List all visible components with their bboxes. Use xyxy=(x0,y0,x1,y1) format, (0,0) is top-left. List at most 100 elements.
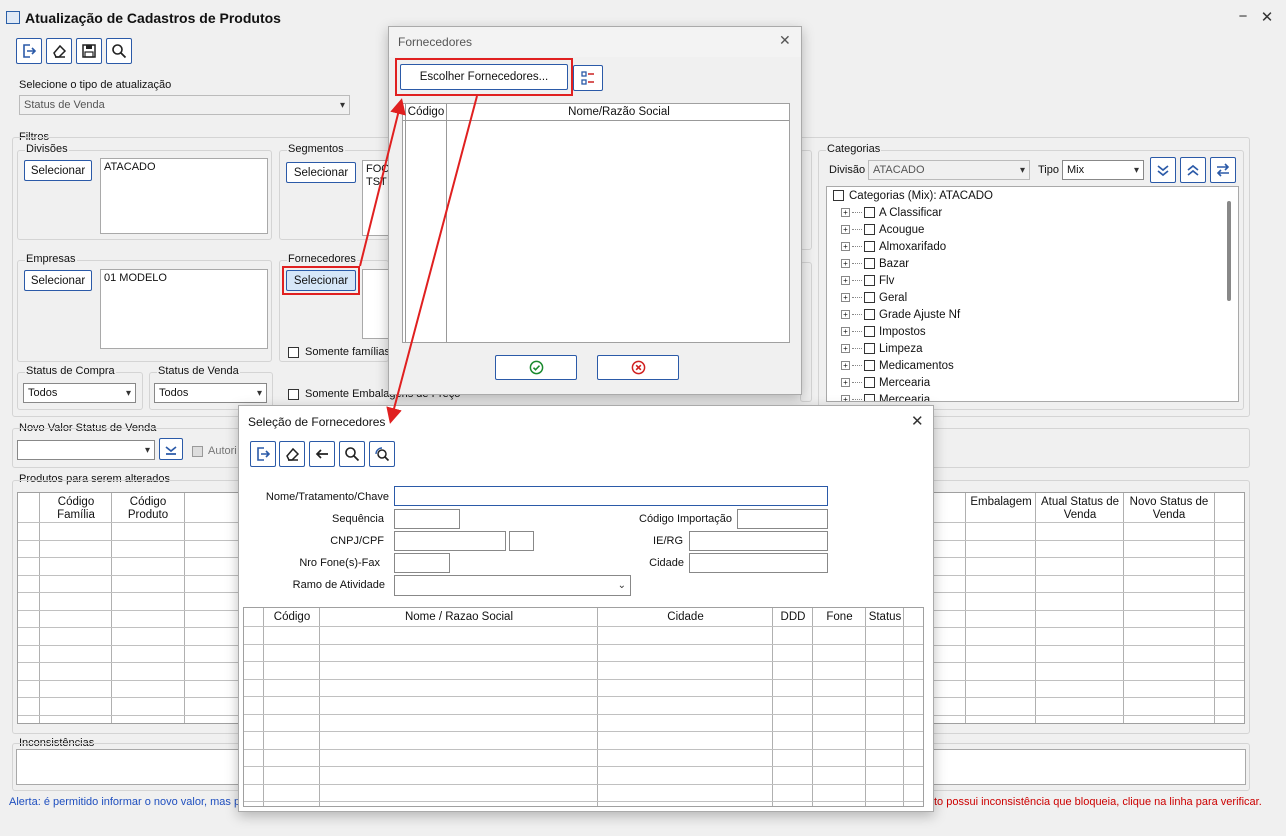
exit-button[interactable] xyxy=(16,38,42,64)
fone-input[interactable] xyxy=(394,553,450,573)
autori-row[interactable]: Autori xyxy=(192,445,237,457)
tree-item-checkbox[interactable] xyxy=(864,258,875,269)
tipo-cat-select[interactable]: Mix ▾ xyxy=(1062,160,1144,180)
divisoes-list[interactable]: ATACADO xyxy=(100,158,268,234)
tree-item-checkbox[interactable] xyxy=(864,207,875,218)
expand-icon[interactable]: + xyxy=(841,208,850,217)
grid-header[interactable]: Cidade xyxy=(598,611,773,624)
grid-header[interactable]: Código Família xyxy=(40,496,112,522)
expand-icon[interactable]: + xyxy=(841,327,850,336)
status-compra-select[interactable]: Todos ▾ xyxy=(23,383,136,403)
autori-checkbox[interactable] xyxy=(192,445,203,457)
tree-item-checkbox[interactable] xyxy=(864,275,875,286)
tipo-select[interactable]: Status de Venda ▾ xyxy=(19,95,350,115)
list-options-button[interactable] xyxy=(573,65,603,91)
clear-button[interactable] xyxy=(279,441,305,467)
list-item[interactable]: FOO xyxy=(366,163,389,176)
codigo-importacao-input[interactable] xyxy=(737,509,828,529)
expand-icon[interactable]: + xyxy=(841,378,850,387)
ramo-select[interactable]: ⌄ xyxy=(394,575,631,596)
back-button[interactable] xyxy=(309,441,335,467)
tree-item-checkbox[interactable] xyxy=(864,292,875,303)
expand-all-button[interactable] xyxy=(1150,157,1176,183)
cidade-input[interactable] xyxy=(689,553,828,573)
tree-scrollbar[interactable] xyxy=(1227,201,1231,301)
swap-button[interactable] xyxy=(1210,157,1236,183)
grid-header[interactable]: DDD xyxy=(773,611,813,624)
selecao-grid[interactable]: Código Nome / Razao Social Cidade DDD Fo… xyxy=(243,607,924,807)
list-item[interactable]: ATACADO xyxy=(104,161,264,174)
clear-button[interactable] xyxy=(46,38,72,64)
tree-item[interactable]: + Almoxarifado xyxy=(827,238,1238,255)
search-button[interactable] xyxy=(106,38,132,64)
expand-icon[interactable]: + xyxy=(841,276,850,285)
nome-input[interactable] xyxy=(394,486,828,506)
tree-root[interactable]: Categorias (Mix): ATACADO xyxy=(827,187,1238,204)
tree-root-checkbox[interactable] xyxy=(833,190,844,201)
tree-item-checkbox[interactable] xyxy=(864,360,875,371)
close-icon[interactable]: ✕ xyxy=(1258,8,1276,26)
tree-item-checkbox[interactable] xyxy=(864,326,875,337)
categorias-tree[interactable]: Categorias (Mix): ATACADO + A Classificar… xyxy=(826,186,1239,402)
tree-item[interactable]: + A Classificar xyxy=(827,204,1238,221)
tree-item[interactable]: + Flv xyxy=(827,272,1238,289)
somente-familias-checkbox[interactable] xyxy=(288,346,299,358)
expand-icon[interactable]: + xyxy=(841,259,850,268)
tree-item[interactable]: + Mercearia xyxy=(827,391,1238,401)
tree-item-checkbox[interactable] xyxy=(864,377,875,388)
tree-item[interactable]: + Limpeza xyxy=(827,340,1238,357)
segmentos-selecionar-button[interactable]: Selecionar xyxy=(286,162,356,183)
empresas-selecionar-button[interactable]: Selecionar xyxy=(24,270,92,291)
confirm-button[interactable] xyxy=(495,355,577,380)
tree-item[interactable]: + Medicamentos xyxy=(827,357,1238,374)
grid-header[interactable]: Fone xyxy=(813,611,866,624)
tree-item[interactable]: + Grade Ajuste Nf xyxy=(827,306,1238,323)
escolher-fornecedores-button[interactable]: Escolher Fornecedores... xyxy=(400,64,568,90)
expand-icon[interactable]: + xyxy=(841,310,850,319)
tree-item[interactable]: + Bazar xyxy=(827,255,1238,272)
grid-header[interactable]: Embalagem xyxy=(966,496,1036,509)
fornecedores-list[interactable] xyxy=(362,269,390,339)
tree-item-checkbox[interactable] xyxy=(864,343,875,354)
somente-embalagens-checkbox[interactable] xyxy=(288,388,299,400)
grid-header[interactable]: Nome/Razão Social xyxy=(447,106,789,119)
cnpj-digit-input[interactable] xyxy=(509,531,534,551)
expand-icon[interactable]: + xyxy=(841,361,850,370)
novo-valor-select[interactable]: ▾ xyxy=(17,440,155,460)
collapse-all-button[interactable] xyxy=(1180,157,1206,183)
tree-item-checkbox[interactable] xyxy=(864,309,875,320)
segmentos-list[interactable]: FOO TST xyxy=(362,160,390,236)
expand-icon[interactable]: + xyxy=(841,344,850,353)
minimize-icon[interactable]: − xyxy=(1234,8,1252,25)
grid-header[interactable]: Status xyxy=(866,611,904,624)
tree-item-checkbox[interactable] xyxy=(864,394,875,401)
close-icon[interactable]: ✕ xyxy=(779,32,791,49)
list-item[interactable]: TST xyxy=(366,176,387,189)
grid-header[interactable]: Atual Status de Venda xyxy=(1036,496,1124,522)
save-button[interactable] xyxy=(76,38,102,64)
expand-icon[interactable]: + xyxy=(841,242,850,251)
expand-icon[interactable]: + xyxy=(841,293,850,302)
tree-item[interactable]: + Mercearia xyxy=(827,374,1238,391)
divisoes-selecionar-button[interactable]: Selecionar xyxy=(24,160,92,181)
ie-rg-input[interactable] xyxy=(689,531,828,551)
cnpj-input[interactable] xyxy=(394,531,506,551)
grid-header[interactable]: Novo Status de Venda xyxy=(1124,496,1214,522)
tree-item-checkbox[interactable] xyxy=(864,241,875,252)
grid-header[interactable]: Código Produto xyxy=(112,496,184,522)
tree-item-checkbox[interactable] xyxy=(864,224,875,235)
close-icon[interactable]: ✕ xyxy=(911,412,924,430)
search-button[interactable] xyxy=(339,441,365,467)
tree-item[interactable]: + Geral xyxy=(827,289,1238,306)
grid-header[interactable]: Código xyxy=(407,106,445,119)
tree-item[interactable]: + Impostos xyxy=(827,323,1238,340)
fornecedores-selecionar-button[interactable]: Selecionar xyxy=(286,270,356,291)
apply-value-button[interactable] xyxy=(159,438,183,460)
expand-icon[interactable]: + xyxy=(841,395,850,401)
tree-item[interactable]: + Acougue xyxy=(827,221,1238,238)
advanced-search-button[interactable] xyxy=(369,441,395,467)
expand-icon[interactable]: + xyxy=(841,225,850,234)
grid-header[interactable]: Código xyxy=(264,611,320,624)
fornecedores-grid[interactable]: Código Nome/Razão Social xyxy=(402,103,790,343)
exit-button[interactable] xyxy=(250,441,276,467)
